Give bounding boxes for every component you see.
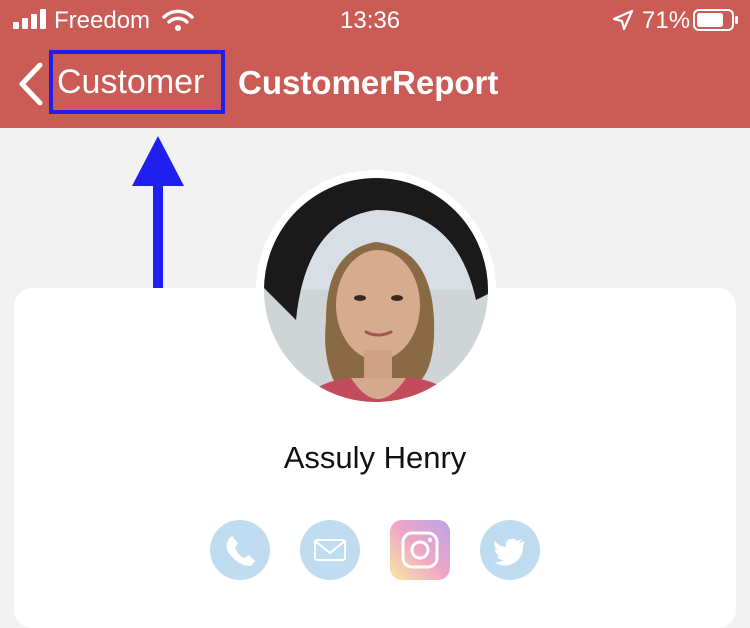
back-button-label[interactable]: Customer [49, 50, 225, 114]
page-title: CustomerReport [238, 64, 499, 101]
battery-icon [693, 9, 739, 31]
top-bar: Freedom 13:36 71% CustomerReport Custome… [0, 0, 750, 128]
chevron-left-icon[interactable] [16, 62, 46, 106]
customer-name: Assuly Henry [283, 440, 467, 475]
instagram-icon[interactable] [390, 520, 450, 580]
signal-icon [12, 8, 52, 30]
phone-icon[interactable] [210, 520, 270, 580]
location-arrow-icon [612, 9, 634, 31]
email-icon[interactable] [300, 520, 360, 580]
clock: 13:36 [340, 7, 401, 34]
battery-percent: 71% [642, 7, 691, 34]
wifi-icon [162, 8, 194, 32]
avatar [256, 170, 496, 410]
status-bar: Freedom 13:36 71% [0, 0, 750, 42]
carrier-name: Freedom [54, 7, 151, 34]
twitter-icon[interactable] [480, 520, 540, 580]
